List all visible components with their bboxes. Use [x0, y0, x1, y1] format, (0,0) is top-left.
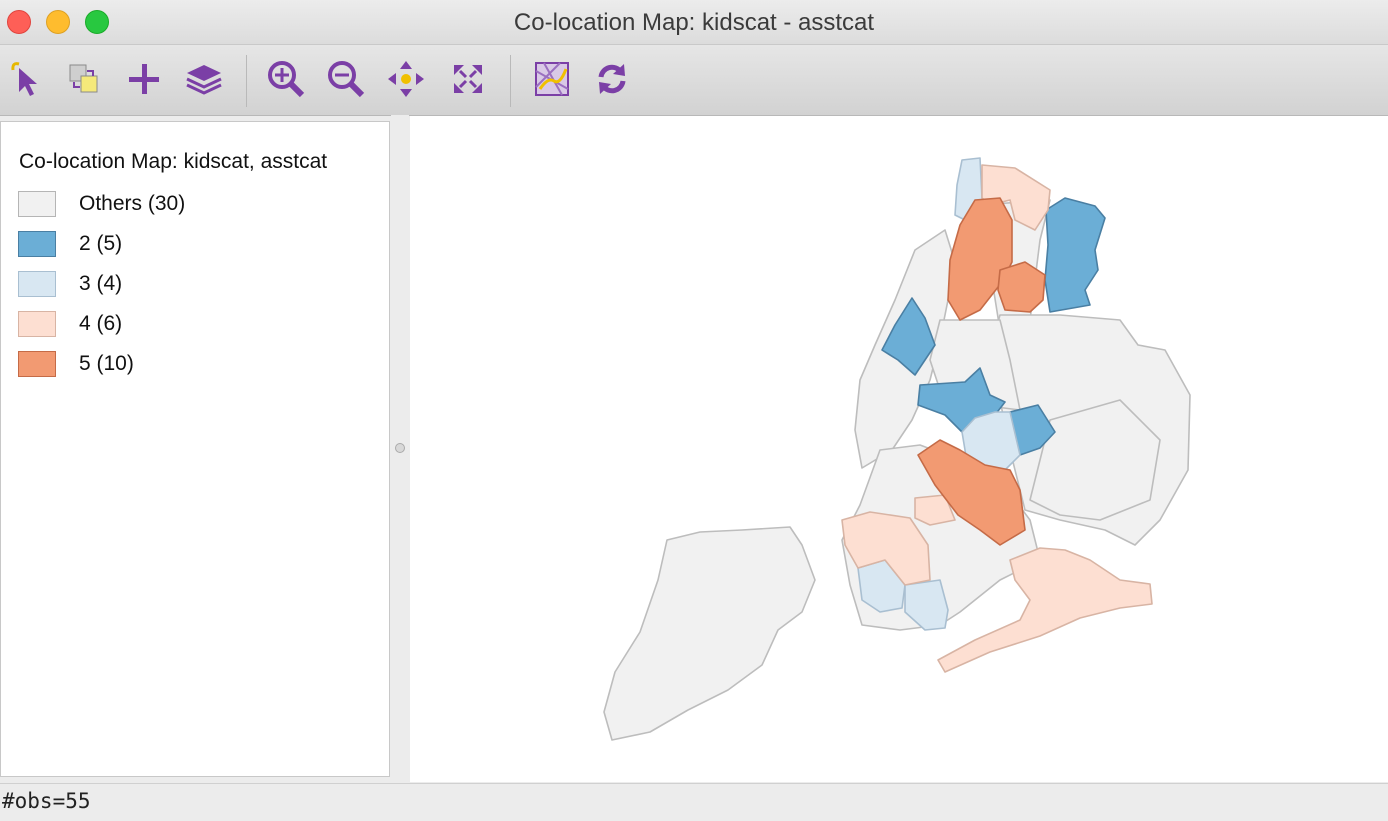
splitter-grip[interactable] — [395, 443, 405, 453]
add-plus-icon[interactable] — [124, 59, 164, 99]
legend-label: 3 (4) — [79, 272, 123, 295]
pane-splitter[interactable] — [391, 115, 409, 783]
layers-icon[interactable] — [184, 59, 224, 99]
basemap-icon[interactable] — [532, 59, 572, 99]
legend-label: Others (30) — [79, 192, 186, 215]
legend-label: 5 (10) — [79, 352, 134, 375]
map-region-class-2 — [1044, 197, 1106, 313]
legend-label: 4 (6) — [79, 312, 123, 335]
legend-swatch — [18, 351, 56, 377]
full-extent-icon[interactable] — [448, 59, 488, 99]
legend-title: Co-location Map: kidscat, asstcat — [19, 150, 328, 173]
map-canvas[interactable] — [410, 116, 1388, 782]
window-titlebar: Co-location Map: kidscat - asstcat — [0, 0, 1388, 45]
refresh-icon[interactable] — [592, 59, 632, 99]
legend-swatch — [18, 191, 56, 217]
legend-swatch — [18, 231, 56, 257]
select-pointer-icon[interactable] — [6, 59, 46, 99]
toolbar — [0, 45, 1388, 116]
selection-shape-icon[interactable] — [64, 59, 104, 99]
zoom-in-icon[interactable] — [266, 59, 306, 99]
legend-swatch — [18, 311, 56, 337]
pan-icon[interactable] — [386, 59, 426, 99]
map-region-others — [603, 526, 816, 741]
status-bar: #obs=55 — [0, 783, 1388, 821]
window-title: Co-location Map: kidscat - asstcat — [513, 9, 875, 36]
zoom-out-icon[interactable] — [326, 59, 366, 99]
observation-count: #obs=55 — [2, 789, 91, 813]
legend-panel: Co-location Map: kidscat, asstcat Others… — [0, 121, 390, 777]
map-region-class-5 — [997, 261, 1046, 313]
legend-swatch — [18, 271, 56, 297]
legend-label: 2 (5) — [79, 232, 123, 255]
co-location-map[interactable] — [410, 116, 1388, 782]
